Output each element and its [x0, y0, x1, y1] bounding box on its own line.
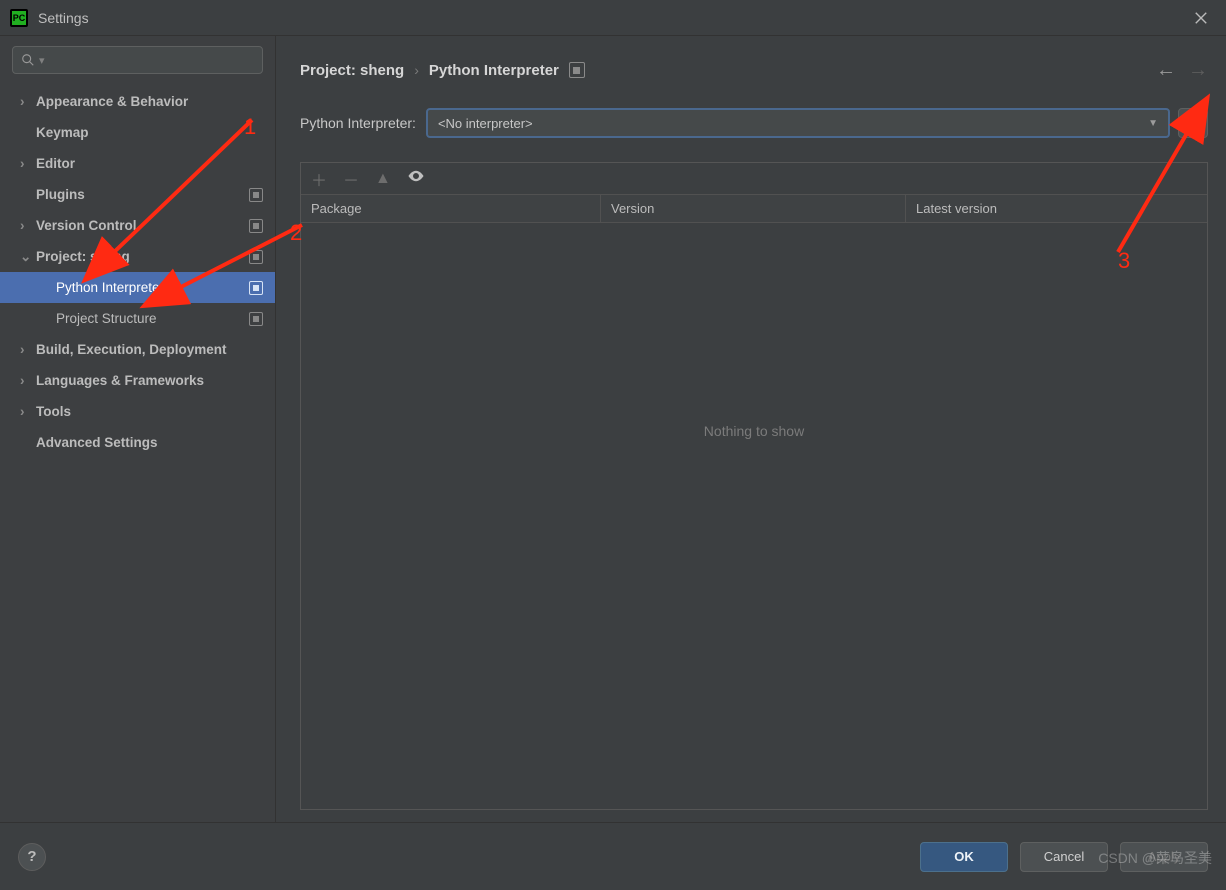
tree-item-advanced[interactable]: ›Advanced Settings: [0, 427, 275, 458]
remove-package-button: －: [343, 167, 359, 191]
column-package[interactable]: Package: [301, 195, 601, 222]
interpreter-label: Python Interpreter:: [300, 115, 416, 131]
tree-item-build[interactable]: ›Build, Execution, Deployment: [0, 334, 275, 365]
search-icon: [21, 53, 35, 67]
forward-arrow-icon: →: [1188, 59, 1208, 82]
column-version[interactable]: Version: [601, 195, 906, 222]
gear-icon: [1185, 115, 1201, 131]
chevron-right-icon: ›: [414, 62, 419, 78]
tree-item-vcs[interactable]: ›Version Control: [0, 210, 275, 241]
breadcrumb: Project: sheng › Python Interpreter ← →: [300, 56, 1208, 84]
packages-empty: Nothing to show: [301, 223, 1207, 809]
packages-toolbar: ＋ － ▲: [301, 163, 1207, 195]
tree-item-project-structure[interactable]: Project Structure: [0, 303, 275, 334]
show-early-releases-button[interactable]: [407, 167, 425, 190]
tree-item-python-interpreter[interactable]: Python Interpreter: [0, 272, 275, 303]
titlebar: PC Settings: [0, 0, 1226, 36]
tree-item-languages[interactable]: ›Languages & Frameworks: [0, 365, 275, 396]
window-title: Settings: [38, 10, 89, 26]
column-latest[interactable]: Latest version: [906, 195, 1207, 222]
project-badge-icon: [249, 219, 263, 233]
content-area: Project: sheng › Python Interpreter ← → …: [276, 36, 1226, 822]
project-badge-icon: [249, 312, 263, 326]
app-icon: PC: [10, 9, 28, 27]
packages-headers: Package Version Latest version: [301, 195, 1207, 223]
settings-sidebar: ▾ ›Appearance & Behavior ›Keymap ›Editor…: [0, 36, 276, 822]
project-badge-icon: [569, 62, 585, 78]
apply-button: Apply: [1120, 842, 1208, 872]
project-badge-icon: [249, 250, 263, 264]
settings-tree: ›Appearance & Behavior ›Keymap ›Editor ›…: [0, 82, 275, 822]
packages-panel: ＋ － ▲ Package Version Latest version Not…: [300, 162, 1208, 810]
help-button[interactable]: ?: [18, 843, 46, 871]
interpreter-settings-button[interactable]: [1178, 108, 1208, 138]
chevron-down-icon: ▼: [1148, 118, 1158, 129]
interpreter-select[interactable]: <No interpreter> ▼: [426, 108, 1170, 138]
cancel-button[interactable]: Cancel: [1020, 842, 1108, 872]
project-badge-icon: [249, 281, 263, 295]
project-badge-icon: [249, 188, 263, 202]
back-arrow-icon[interactable]: ←: [1156, 59, 1176, 82]
upgrade-package-button: ▲: [375, 170, 391, 188]
tree-item-keymap[interactable]: ›Keymap: [0, 117, 275, 148]
tree-item-plugins[interactable]: ›Plugins: [0, 179, 275, 210]
close-icon[interactable]: [1186, 3, 1216, 33]
search-input[interactable]: ▾: [12, 46, 263, 74]
ok-button[interactable]: OK: [920, 842, 1008, 872]
breadcrumb-project[interactable]: Project: sheng: [300, 62, 404, 79]
add-package-button: ＋: [311, 167, 327, 191]
tree-item-project[interactable]: ⌄Project: sheng: [0, 241, 275, 272]
breadcrumb-page: Python Interpreter: [429, 62, 559, 79]
tree-item-appearance[interactable]: ›Appearance & Behavior: [0, 86, 275, 117]
eye-icon: [407, 167, 425, 185]
tree-item-tools[interactable]: ›Tools: [0, 396, 275, 427]
interpreter-value: <No interpreter>: [438, 116, 1148, 131]
dialog-footer: ? OK Cancel Apply: [0, 822, 1226, 890]
tree-item-editor[interactable]: ›Editor: [0, 148, 275, 179]
